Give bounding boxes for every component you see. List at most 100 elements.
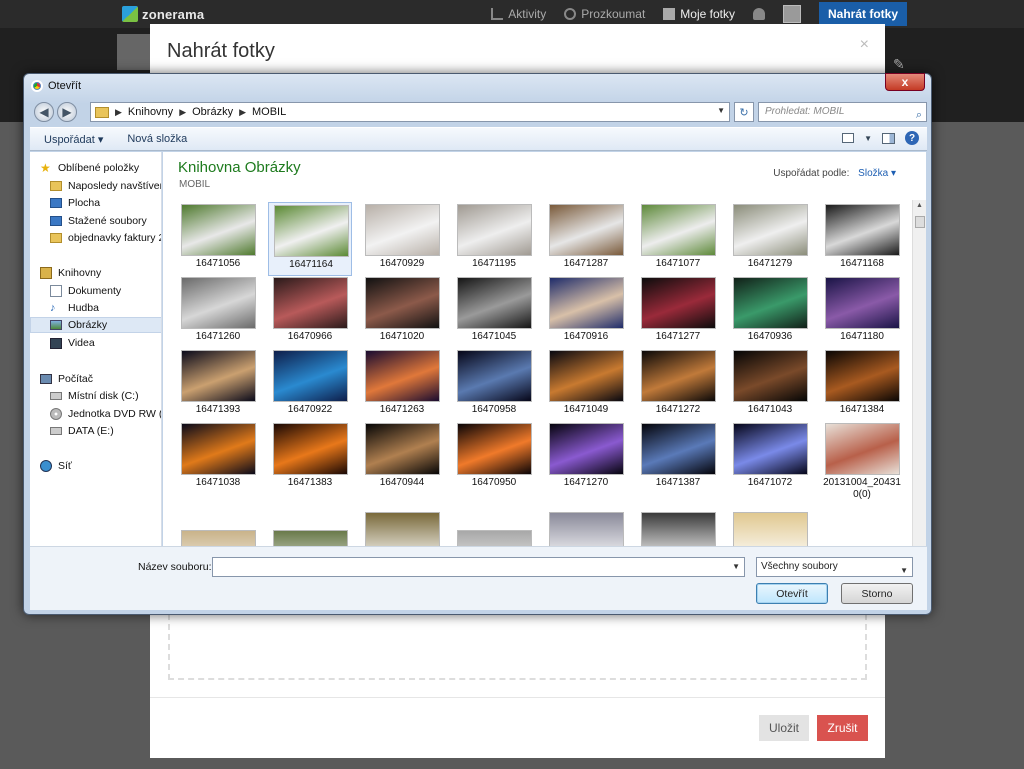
file-name: 16471077: [655, 258, 701, 269]
file-thumbnail[interactable]: 16471049: [544, 348, 628, 422]
photo-thumbnail-image[interactable]: [457, 530, 532, 546]
notifications[interactable]: [752, 8, 765, 20]
file-thumbnail[interactable]: 16470944: [360, 421, 444, 495]
scroll-up-icon[interactable]: ▲: [916, 202, 923, 209]
nav-network[interactable]: Síť: [40, 458, 161, 474]
file-thumbnail[interactable]: 16471279: [728, 202, 812, 276]
photo-thumbnail-image[interactable]: [549, 512, 624, 546]
file-thumbnail[interactable]: 16471056: [176, 202, 260, 276]
file-thumbnail[interactable]: 16470966: [268, 275, 352, 349]
nav-favorites[interactable]: ★ Oblíbené položky: [40, 160, 161, 176]
file-thumbnail[interactable]: 16470916: [544, 275, 628, 349]
nav-orders-folder[interactable]: objednavky faktury 2: [50, 230, 161, 246]
filetype-select[interactable]: Všechny soubory ▼: [756, 557, 913, 577]
photo-thumbnail-image[interactable]: [273, 530, 348, 546]
breadcrumb-libraries[interactable]: Knihovny: [128, 106, 173, 118]
nav-pictures[interactable]: Obrázky: [30, 317, 161, 333]
file-thumbnail[interactable]: 16471020: [360, 275, 444, 349]
nav-desktop[interactable]: Plocha: [50, 195, 161, 211]
preview-pane-icon[interactable]: [882, 132, 895, 144]
chevron-down-icon[interactable]: ▼: [732, 562, 740, 571]
vertical-scrollbar[interactable]: ▲: [912, 200, 926, 546]
view-dropdown-icon[interactable]: ▼: [864, 134, 872, 143]
file-thumbnail[interactable]: 16471383: [268, 421, 352, 495]
file-thumbnail[interactable]: 16471164: [268, 202, 352, 276]
file-thumbnail[interactable]: 16471038: [176, 421, 260, 495]
new-folder-button[interactable]: Nová složka: [127, 133, 187, 145]
arrange-by-dropdown[interactable]: Složka ▾: [858, 168, 896, 179]
help-icon[interactable]: ?: [905, 131, 919, 145]
file-thumbnail[interactable]: 16471287: [544, 202, 628, 276]
user-avatar[interactable]: [782, 5, 801, 23]
file-thumbnail[interactable]: 16471260: [176, 275, 260, 349]
nav-recent[interactable]: Naposledy navštíven: [50, 178, 161, 194]
file-thumbnail[interactable]: 16471387: [636, 421, 720, 495]
forward-button[interactable]: ▶: [57, 102, 77, 122]
nav-disk-c[interactable]: Místní disk (C:): [50, 388, 161, 404]
photo-thumbnail-image[interactable]: [181, 530, 256, 546]
file-thumbnail[interactable]: 16471272: [636, 348, 720, 422]
change-view-icon[interactable]: [842, 133, 855, 143]
file-thumbnail[interactable]: 16471263: [360, 348, 444, 422]
organize-label: Uspořádat: [44, 133, 95, 146]
back-button[interactable]: ◀: [34, 102, 54, 122]
file-thumbnail[interactable]: 16471180: [820, 275, 904, 349]
photo-thumbnail-image: [181, 423, 256, 475]
file-thumbnail[interactable]: 16471043: [728, 348, 812, 422]
nav-downloads[interactable]: Stažené soubory: [50, 213, 161, 229]
filename-input[interactable]: ▼: [212, 557, 745, 577]
dialog-toolbar: Uspořádat ▾ Nová složka ▼ ?: [30, 127, 927, 151]
file-thumbnail[interactable]: 16471384: [820, 348, 904, 422]
address-bar[interactable]: ▶ Knihovny ▶ Obrázky ▶ MOBIL ▼: [90, 102, 730, 122]
pencil-icon[interactable]: ✎: [893, 56, 905, 73]
file-thumbnail[interactable]: 16471077: [636, 202, 720, 276]
open-button[interactable]: Otevřít: [756, 583, 828, 604]
breadcrumb-mobil[interactable]: MOBIL: [252, 106, 286, 118]
modal-close-icon[interactable]: ×: [860, 36, 869, 54]
search-input[interactable]: Prohledat: MOBIL ⌕: [758, 102, 927, 122]
search-icon: ⌕: [915, 109, 922, 121]
dialog-close-button[interactable]: x: [885, 73, 925, 91]
nav-activity[interactable]: Aktivity: [491, 7, 546, 21]
nav-my-photos[interactable]: Moje fotky: [663, 7, 735, 21]
cancel-button[interactable]: Zrušit: [817, 715, 868, 741]
file-thumbnail[interactable]: 16471270: [544, 421, 628, 495]
file-thumbnail[interactable]: 20131004_204310(0): [820, 421, 904, 503]
nav-videos[interactable]: Videa: [50, 335, 161, 351]
file-thumbnail[interactable]: 16470950: [452, 421, 536, 495]
nav-music[interactable]: ♪ Hudba: [50, 300, 161, 316]
breadcrumb-pictures[interactable]: Obrázky: [192, 106, 233, 118]
file-thumbnail[interactable]: 16471195: [452, 202, 536, 276]
file-thumbnail[interactable]: 16471277: [636, 275, 720, 349]
photo-thumbnail-image: [549, 277, 624, 329]
save-button[interactable]: Uložit: [759, 715, 809, 741]
nav-libraries[interactable]: Knihovny: [40, 265, 161, 281]
file-thumbnail[interactable]: 16470922: [268, 348, 352, 422]
dialog-cancel-button[interactable]: Storno: [841, 583, 913, 604]
nav-dvd-d[interactable]: Jednotka DVD RW (D: [50, 406, 161, 422]
zonerama-logo-icon: [122, 6, 138, 22]
file-thumbnail[interactable]: 16471168: [820, 202, 904, 276]
photo-thumbnail-image[interactable]: [733, 512, 808, 546]
nav-explore[interactable]: Prozkoumat: [564, 7, 645, 21]
nav-data-e[interactable]: DATA (E:): [50, 423, 161, 439]
nav-documents[interactable]: Dokumenty: [50, 283, 161, 299]
refresh-button[interactable]: ↻: [734, 102, 754, 122]
photo-thumbnail-image[interactable]: [365, 512, 440, 546]
file-thumbnail[interactable]: 16471393: [176, 348, 260, 422]
photo-thumbnail-image: [365, 204, 440, 256]
file-thumbnail[interactable]: 16470958: [452, 348, 536, 422]
zonerama-logo[interactable]: zonerama: [122, 5, 204, 23]
file-thumbnail[interactable]: 16470929: [360, 202, 444, 276]
toolbar-right: ▼ ?: [842, 131, 919, 145]
organize-menu[interactable]: Uspořádat ▾: [44, 133, 103, 146]
file-thumbnail[interactable]: 16470936: [728, 275, 812, 349]
file-thumbnail[interactable]: 16471045: [452, 275, 536, 349]
scrollbar-thumb[interactable]: [915, 216, 925, 228]
upload-dropzone[interactable]: [168, 614, 867, 680]
file-thumbnail[interactable]: 16471072: [728, 421, 812, 495]
upload-photos-button[interactable]: Nahrát fotky: [818, 2, 907, 26]
chevron-down-icon[interactable]: ▼: [717, 106, 725, 115]
photo-thumbnail-image[interactable]: [641, 512, 716, 546]
nav-computer[interactable]: Počítač: [40, 371, 161, 387]
